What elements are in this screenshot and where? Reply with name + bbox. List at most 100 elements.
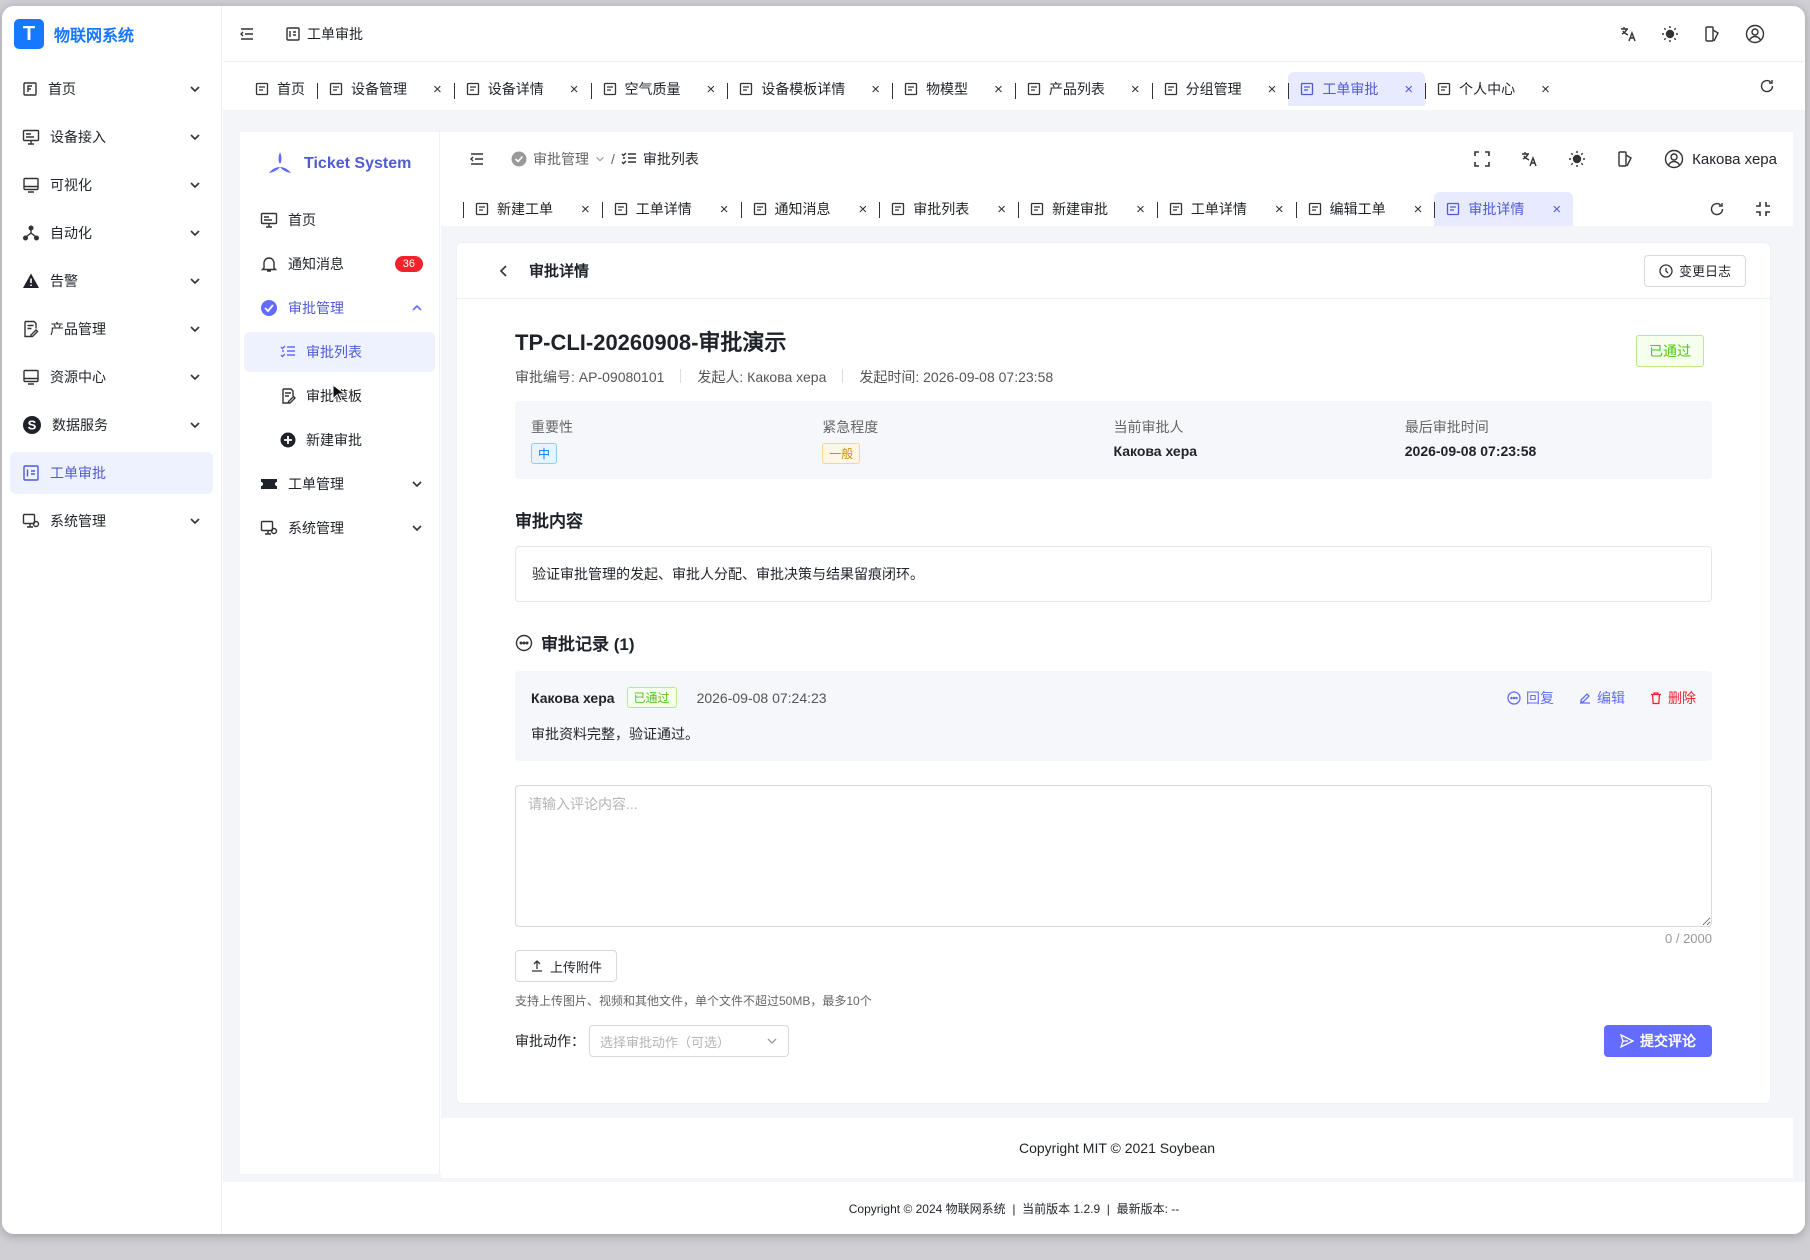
close-icon[interactable]: ×	[1268, 81, 1277, 98]
inner-tab[interactable]: 新建工单 ×	[463, 192, 602, 226]
outer-tab[interactable]: 设备模板详情 ×	[727, 72, 892, 106]
close-icon[interactable]: ×	[1404, 81, 1413, 98]
inner-nav-system-mgmt[interactable]: 系统管理	[244, 508, 435, 548]
user-avatar-icon[interactable]	[1745, 24, 1765, 44]
close-icon[interactable]: ×	[581, 201, 590, 218]
outer-tab[interactable]: 个人中心 ×	[1425, 72, 1562, 106]
inner-tab[interactable]: 审批详情 ×	[1434, 192, 1574, 226]
close-icon[interactable]: ×	[720, 201, 729, 218]
user-menu[interactable]: Какова хера	[1664, 149, 1777, 169]
status-badge: 已通过	[1636, 335, 1704, 367]
outer-nav-item[interactable]: 首页	[10, 68, 213, 110]
inner-nav-ticket-mgmt[interactable]: 工单管理	[244, 464, 435, 504]
translate-icon[interactable]	[1520, 150, 1538, 168]
back-icon[interactable]	[497, 264, 511, 278]
close-icon[interactable]: ×	[1136, 201, 1145, 218]
upload-attachment-button[interactable]: 上传附件	[515, 950, 618, 982]
submit-comment-button[interactable]: 提交评论	[1604, 1025, 1712, 1057]
close-icon[interactable]: ×	[1275, 201, 1284, 218]
close-icon[interactable]: ×	[1552, 201, 1561, 218]
close-icon[interactable]: ×	[707, 81, 716, 98]
outer-tab[interactable]: 设备详情 ×	[453, 72, 591, 106]
close-icon[interactable]: ×	[994, 81, 1003, 98]
outer-tab[interactable]: 设备管理 ×	[317, 72, 454, 106]
home-icon	[22, 81, 38, 97]
close-icon[interactable]: ×	[859, 201, 868, 218]
breadcrumb-parent[interactable]: 审批管理	[533, 149, 589, 169]
chevron-down-icon	[766, 1035, 778, 1047]
refresh-icon[interactable]	[1759, 78, 1775, 94]
outer-nav-item[interactable]: 资源中心	[10, 356, 213, 398]
refresh-icon[interactable]	[1709, 201, 1725, 217]
breadcrumb-current: 审批列表	[642, 151, 699, 167]
outer-tab[interactable]: 工单审批 ×	[1288, 72, 1426, 106]
inner-nav-notifications[interactable]: 通知消息 36	[244, 244, 435, 284]
inner-tab[interactable]: 新建审批 ×	[1018, 192, 1157, 226]
menu-collapse-icon[interactable]	[469, 151, 485, 167]
outer-tab[interactable]: 产品列表 ×	[1014, 72, 1152, 106]
close-icon[interactable]: ×	[997, 201, 1006, 218]
change-log-button[interactable]: 变更日志	[1643, 254, 1746, 287]
close-icon[interactable]: ×	[570, 81, 579, 98]
notification-count-badge: 36	[394, 256, 423, 272]
inner-nav-approval-mgmt[interactable]: 审批管理	[244, 288, 435, 328]
sun-icon[interactable]	[1568, 150, 1586, 168]
theme-icon[interactable]	[1703, 25, 1721, 43]
outer-nav-item[interactable]: 可视化	[10, 164, 213, 206]
record-text: 审批资料完整，验证通过。	[531, 726, 699, 742]
outer-nav-label: 工单审批	[50, 465, 106, 481]
tab-page-icon	[466, 82, 480, 96]
theme-icon[interactable]	[1616, 150, 1634, 168]
menu-collapse-icon[interactable]	[239, 26, 255, 42]
approval-action-select[interactable]: 选择审批动作（可选）	[589, 1025, 789, 1057]
outer-tab[interactable]: 物模型 ×	[892, 72, 1015, 106]
record-time: 2026-09-08 07:24:23	[696, 689, 827, 706]
close-icon[interactable]: ×	[1414, 201, 1423, 218]
outer-nav-item[interactable]: 工单审批	[10, 452, 213, 494]
tab-page-icon	[614, 202, 628, 216]
inner-tab-label: 新建审批	[1052, 201, 1109, 217]
outer-tab[interactable]: 分组管理 ×	[1151, 72, 1289, 106]
outer-tab-label: 产品列表	[1048, 81, 1105, 97]
inner-nav-approval-template-label: 审批模板	[306, 386, 423, 406]
inner-nav-new-approval[interactable]: 新建审批	[244, 420, 435, 460]
outer-tab[interactable]: 空气质量 ×	[590, 72, 728, 106]
outer-nav-item[interactable]: 设备接入	[10, 116, 213, 158]
reply-button[interactable]: 回复	[1507, 688, 1554, 708]
close-icon[interactable]: ×	[1541, 81, 1550, 98]
edit-button[interactable]: 编辑	[1578, 688, 1625, 708]
delete-button[interactable]: 删除	[1649, 688, 1696, 708]
close-icon[interactable]: ×	[1131, 81, 1140, 98]
outer-nav-item[interactable]: 系统管理	[10, 500, 213, 542]
inner-footer: Copyright MIT © 2021 Soybean	[441, 1118, 1793, 1178]
translate-icon[interactable]	[1619, 25, 1637, 43]
fullscreen-icon[interactable]	[1474, 151, 1490, 167]
edit-icon	[1578, 691, 1592, 705]
check-circle-icon	[511, 151, 527, 167]
close-icon[interactable]: ×	[433, 81, 442, 98]
outer-nav-item[interactable]: 告警	[10, 260, 213, 302]
meta-divider	[680, 369, 682, 383]
close-icon[interactable]: ×	[871, 81, 880, 98]
comment-textarea[interactable]	[515, 785, 1712, 927]
inner-tab-label: 审批列表	[913, 201, 970, 217]
history-icon	[1659, 263, 1673, 278]
inner-tab[interactable]: 工单详情 ×	[1156, 192, 1296, 226]
inner-tab[interactable]: 工单详情 ×	[601, 192, 741, 226]
user-name: Какова хера	[1692, 150, 1777, 168]
outer-breadcrumb[interactable]: 工单审批	[285, 24, 363, 44]
outer-nav-item[interactable]: 产品管理	[10, 308, 213, 350]
inner-tab[interactable]: 编辑工单 ×	[1295, 192, 1435, 226]
inner-nav-home[interactable]: 首页	[244, 200, 435, 240]
outer-nav-item[interactable]: S 数据服务	[10, 404, 213, 446]
fullscreen-icon[interactable]	[1755, 201, 1771, 217]
user-avatar-icon	[1664, 149, 1684, 169]
inner-tab[interactable]: 审批列表 ×	[879, 192, 1018, 226]
outer-nav-item[interactable]: 自动化	[10, 212, 213, 254]
inner-nav-system-mgmt-label: 系统管理	[288, 520, 344, 536]
tab-page-icon	[1027, 82, 1041, 96]
outer-tab[interactable]: 首页	[243, 72, 317, 106]
inner-nav-approval-list[interactable]: 审批列表	[244, 332, 435, 372]
sun-icon[interactable]	[1661, 25, 1679, 43]
inner-tab[interactable]: 通知消息 ×	[740, 192, 880, 226]
